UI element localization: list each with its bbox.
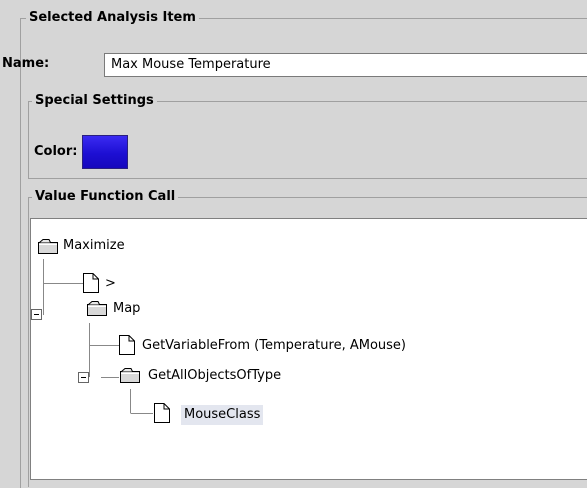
name-label: Name:	[2, 56, 50, 71]
function-call-tree[interactable]: Maximize > Map GetVariableFrom (Temperat…	[30, 218, 587, 480]
value-function-call-title: Value Function Call	[32, 189, 179, 205]
tree-node-greater-than[interactable]: >	[105, 274, 116, 294]
tree-node-maximize[interactable]: Maximize	[63, 236, 125, 256]
color-label: Color:	[34, 144, 78, 159]
tree-node-getvariablefrom[interactable]: GetVariableFrom (Temperature, AMouse)	[142, 336, 406, 356]
color-swatch-button[interactable]	[82, 135, 128, 169]
special-settings-title: Special Settings	[32, 93, 157, 109]
selected-analysis-item-title: Selected Analysis Item	[26, 10, 199, 26]
tree-node-mouseclass[interactable]: MouseClass	[181, 405, 264, 425]
tree-node-getallobjectsoftype[interactable]: GetAllObjectsOfType	[148, 366, 281, 386]
name-field[interactable]: Max Mouse Temperature	[104, 53, 587, 77]
tree-node-map[interactable]: Map	[113, 299, 140, 319]
